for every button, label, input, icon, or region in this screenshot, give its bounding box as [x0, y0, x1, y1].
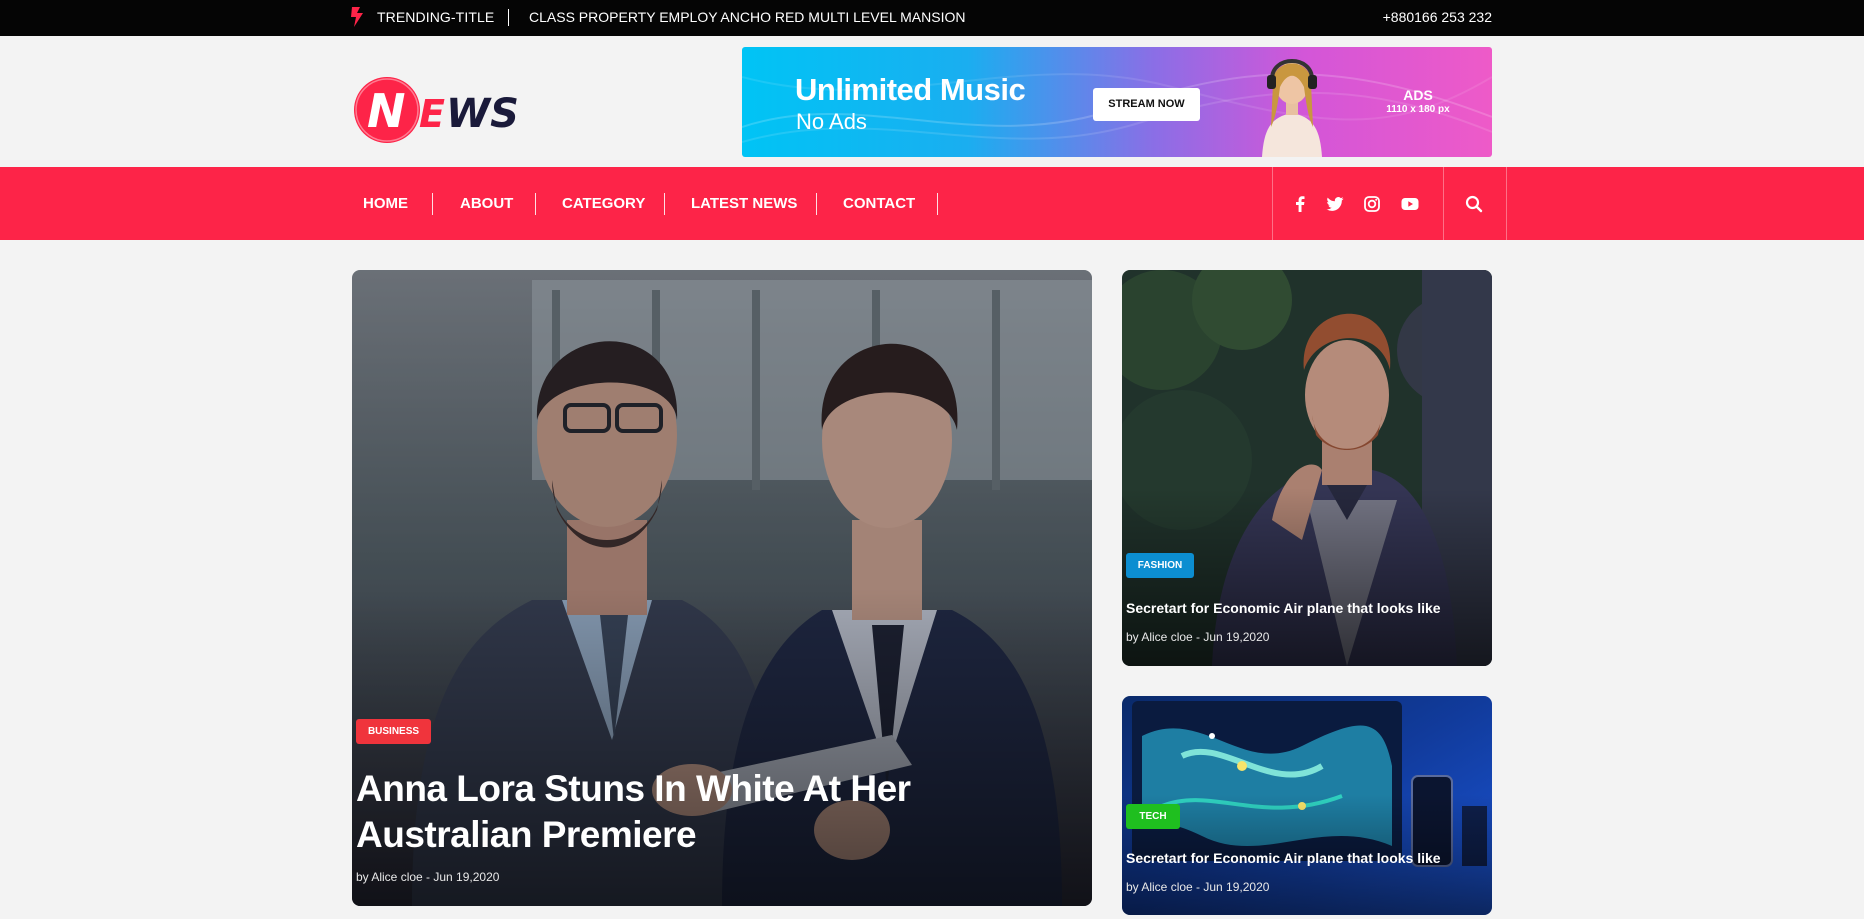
category-badge-tech[interactable]: TECH — [1126, 804, 1180, 829]
side-story-meta: by Alice cloe - Jun 19,2020 — [1126, 630, 1270, 644]
nav-divider — [816, 193, 817, 215]
nav-vline — [1443, 167, 1444, 240]
side-story-card[interactable]: TECH Secretart for Economic Air plane th… — [1122, 696, 1492, 915]
main-nav: HOME ABOUT CATEGORY LATEST NEWS CONTACT — [0, 167, 1864, 240]
main-story-card[interactable]: BUSINESS Anna Lora Stuns In White At Her… — [352, 270, 1092, 906]
main-story-title[interactable]: Anna Lora Stuns In White At Her Australi… — [356, 766, 911, 858]
nav-latest-news[interactable]: LATEST NEWS — [691, 167, 797, 240]
nav-about[interactable]: ABOUT — [460, 167, 513, 240]
search-icon[interactable] — [1464, 194, 1484, 214]
side-story-title[interactable]: Secretart for Economic Air plane that lo… — [1126, 600, 1441, 616]
stream-now-button[interactable]: STREAM NOW — [1093, 88, 1200, 121]
main-story-title-line1: Anna Lora Stuns In White At Her — [356, 768, 911, 809]
ad-label: ADS — [1403, 87, 1433, 103]
nav-vline — [1272, 167, 1273, 240]
svg-text:N: N — [367, 84, 406, 138]
side-story-card[interactable]: FASHION Secretart for Economic Air plane… — [1122, 270, 1492, 666]
ad-subtitle: No Ads — [796, 109, 867, 134]
nav-divider — [664, 193, 665, 215]
trending-headline-link[interactable]: CLASS PROPERTY EMPLOY ANCHO RED MULTI LE… — [529, 9, 965, 25]
news-logo-icon: N E WS — [354, 77, 519, 143]
ad-model-image — [1262, 59, 1322, 157]
trending-label: TRENDING-TITLE — [377, 9, 495, 25]
lightning-icon — [351, 7, 363, 27]
nav-contact[interactable]: CONTACT — [843, 167, 915, 240]
top-bar: TRENDING-TITLE CLASS PROPERTY EMPLOY ANC… — [0, 0, 1864, 36]
nav-divider — [937, 193, 938, 215]
ad-banner[interactable]: Unlimited Music No Ads STREAM NOW ADS 11… — [742, 47, 1492, 157]
svg-text:E: E — [419, 92, 445, 136]
instagram-icon[interactable] — [1362, 194, 1382, 214]
divider — [508, 9, 509, 26]
nav-vline — [1506, 167, 1507, 240]
ad-size: 1110 x 180 px — [1386, 104, 1450, 115]
twitter-icon[interactable] — [1325, 194, 1345, 214]
facebook-icon[interactable] — [1290, 194, 1310, 214]
main-story-title-line2: Australian Premiere — [356, 814, 697, 855]
ad-title: Unlimited Music — [795, 72, 1026, 107]
svg-text:WS: WS — [446, 91, 519, 137]
site-logo[interactable]: N E WS — [354, 76, 544, 146]
category-badge-fashion[interactable]: FASHION — [1126, 553, 1194, 578]
main-story-meta: by Alice cloe - Jun 19,2020 — [356, 870, 500, 884]
youtube-icon[interactable] — [1400, 194, 1420, 214]
side-story-meta: by Alice cloe - Jun 19,2020 — [1126, 880, 1270, 894]
nav-divider — [535, 193, 536, 215]
nav-divider — [432, 193, 433, 215]
nav-home[interactable]: HOME — [363, 167, 408, 240]
category-badge-business[interactable]: BUSINESS — [356, 719, 431, 744]
phone-number: +880166 253 232 — [1382, 9, 1492, 25]
nav-category[interactable]: CATEGORY — [562, 167, 645, 240]
side-story-title[interactable]: Secretart for Economic Air plane that lo… — [1126, 850, 1441, 866]
